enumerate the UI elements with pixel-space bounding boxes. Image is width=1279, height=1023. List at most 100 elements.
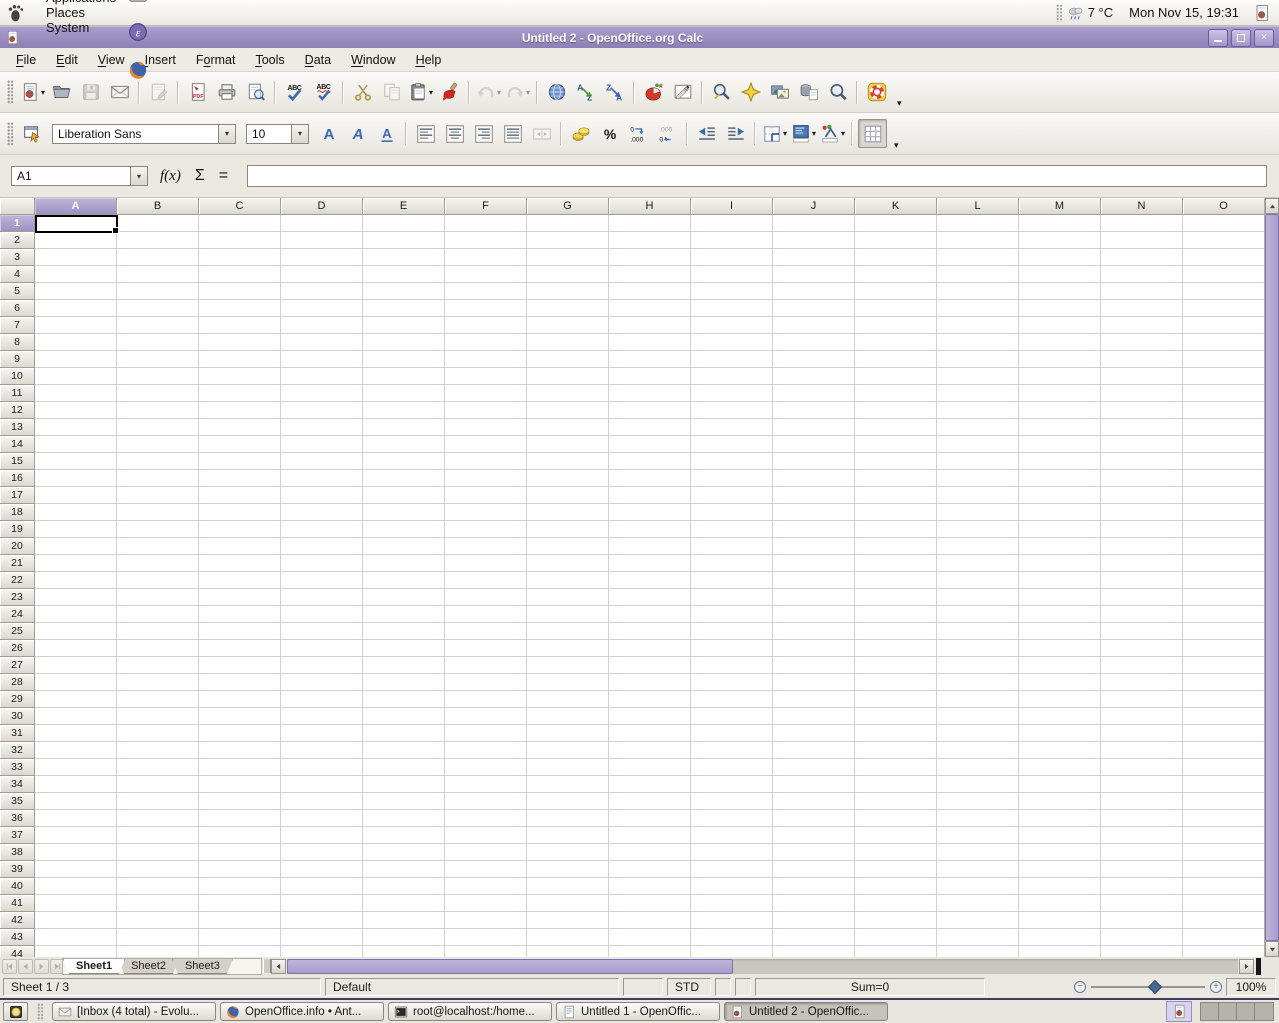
column-header-H[interactable]: H — [609, 198, 691, 215]
undo-button[interactable]: ▾ — [475, 79, 502, 106]
toolbar-overflow-icon[interactable]: ▾ — [897, 98, 902, 109]
row-header-13[interactable]: 13 — [0, 419, 35, 436]
row-header-12[interactable]: 12 — [0, 402, 35, 419]
row-header-38[interactable]: 38 — [0, 844, 35, 861]
row-header-40[interactable]: 40 — [0, 878, 35, 895]
column-header-J[interactable]: J — [773, 198, 855, 215]
row-header-10[interactable]: 10 — [0, 368, 35, 385]
column-header-K[interactable]: K — [855, 198, 937, 215]
weather-applet[interactable]: 7 °C — [1067, 4, 1113, 22]
align-right-button[interactable] — [470, 120, 497, 147]
sort-ascending-button[interactable]: AZ — [572, 79, 599, 106]
menu-help[interactable]: Help — [406, 50, 452, 70]
new-document-button[interactable]: ▾ — [19, 79, 46, 106]
sheet-tab-sheet1[interactable]: Sheet1 — [63, 959, 125, 974]
titlebar[interactable]: Untitled 2 - OpenOffice.org Calc × — [0, 26, 1279, 48]
background-color-button[interactable]: ▾ — [790, 120, 817, 147]
row-header-21[interactable]: 21 — [0, 555, 35, 572]
dropdown-arrow-icon[interactable]: ▾ — [841, 129, 845, 138]
row-header-41[interactable]: 41 — [0, 895, 35, 912]
row-header-1[interactable]: 1 — [0, 215, 35, 232]
column-header-B[interactable]: B — [117, 198, 199, 215]
currency-button[interactable] — [567, 120, 594, 147]
save-button[interactable] — [77, 79, 104, 106]
dropdown-arrow-icon[interactable]: ▾ — [497, 88, 501, 97]
menu-window[interactable]: Window — [341, 50, 405, 70]
dropdown-arrow-icon[interactable]: ▾ — [526, 88, 530, 97]
row-header-4[interactable]: 4 — [0, 266, 35, 283]
row-header-15[interactable]: 15 — [0, 453, 35, 470]
redo-button[interactable]: ▾ — [504, 79, 531, 106]
menu-tools[interactable]: Tools — [245, 50, 294, 70]
open-button[interactable] — [48, 79, 75, 106]
close-button[interactable]: × — [1254, 29, 1274, 47]
row-header-14[interactable]: 14 — [0, 436, 35, 453]
minimize-button[interactable] — [1208, 29, 1228, 47]
panel-menu-places[interactable]: Places — [34, 5, 128, 20]
workspace-1[interactable] — [1201, 1003, 1219, 1020]
taskbar-button-2[interactable]: OpenOffice.info • Ant... — [220, 1002, 384, 1021]
row-header-6[interactable]: 6 — [0, 300, 35, 317]
row-header-7[interactable]: 7 — [0, 317, 35, 334]
row-header-32[interactable]: 32 — [0, 742, 35, 759]
row-header-44[interactable]: 44 — [0, 946, 35, 957]
show-desktop-button[interactable] — [3, 1002, 28, 1021]
navigator-button[interactable] — [737, 79, 764, 106]
dropdown-arrow-icon[interactable]: ▾ — [41, 88, 45, 97]
italic-button[interactable]: A — [344, 120, 371, 147]
panel-drag-handle[interactable] — [1056, 4, 1062, 22]
zoom-out-icon[interactable]: − — [1074, 981, 1086, 993]
row-header-28[interactable]: 28 — [0, 674, 35, 691]
taskbar-drag-handle[interactable] — [37, 1003, 43, 1021]
first-sheet-icon[interactable] — [2, 959, 17, 974]
edit-file-button[interactable] — [145, 79, 172, 106]
menu-data[interactable]: Data — [295, 50, 341, 70]
next-sheet-icon[interactable] — [34, 959, 49, 974]
zoom-slider-track[interactable] — [1091, 986, 1205, 988]
font-size-input[interactable] — [246, 124, 291, 144]
column-header-I[interactable]: I — [691, 198, 773, 215]
bold-button[interactable]: A — [315, 120, 342, 147]
menu-edit[interactable]: Edit — [46, 50, 88, 70]
zoom-button[interactable] — [824, 79, 851, 106]
data-sources-button[interactable] — [795, 79, 822, 106]
page-preview-button[interactable] — [242, 79, 269, 106]
gallery-button[interactable] — [766, 79, 793, 106]
maximize-button[interactable] — [1231, 29, 1251, 47]
row-header-29[interactable]: 29 — [0, 691, 35, 708]
workspace-3[interactable] — [1237, 1003, 1255, 1020]
row-header-24[interactable]: 24 — [0, 606, 35, 623]
font-color-button[interactable]: ▾ — [819, 120, 846, 147]
row-header-23[interactable]: 23 — [0, 589, 35, 606]
paste-button[interactable]: ▾ — [407, 79, 434, 106]
column-header-E[interactable]: E — [363, 198, 445, 215]
row-header-39[interactable]: 39 — [0, 861, 35, 878]
spreadsheet-cells[interactable] — [35, 215, 1264, 957]
toolbar-drag-handle[interactable] — [7, 122, 13, 146]
dropdown-arrow-icon[interactable]: ▾ — [429, 88, 433, 97]
column-header-F[interactable]: F — [445, 198, 527, 215]
chevron-down-icon[interactable]: ▾ — [291, 124, 309, 144]
column-header-C[interactable]: C — [199, 198, 281, 215]
styles-button[interactable] — [19, 120, 46, 147]
status-insert-mode[interactable] — [623, 978, 663, 996]
align-left-button[interactable] — [412, 120, 439, 147]
column-header-G[interactable]: G — [527, 198, 609, 215]
status-zoom-level[interactable]: 100% — [1226, 978, 1276, 996]
fill-handle[interactable] — [112, 227, 119, 234]
chevron-down-icon[interactable]: ▾ — [130, 166, 148, 186]
insert-chart-button[interactable]: % — [640, 79, 667, 106]
help-button[interactable] — [863, 79, 890, 106]
column-header-N[interactable]: N — [1101, 198, 1183, 215]
row-header-42[interactable]: 42 — [0, 912, 35, 929]
merge-cells-button[interactable] — [528, 120, 555, 147]
sheet-tab-sheet3[interactable]: Sheet3 — [172, 959, 233, 974]
status-page-style[interactable]: Default — [325, 978, 619, 996]
row-header-43[interactable]: 43 — [0, 929, 35, 946]
row-header-8[interactable]: 8 — [0, 334, 35, 351]
spellcheck-button[interactable]: ABC — [281, 79, 308, 106]
chevron-down-icon[interactable]: ▾ — [218, 124, 236, 144]
toolbar-overflow-icon[interactable]: ▾ — [894, 140, 899, 151]
row-header-36[interactable]: 36 — [0, 810, 35, 827]
horizontal-scroll-thumb[interactable] — [287, 959, 733, 974]
